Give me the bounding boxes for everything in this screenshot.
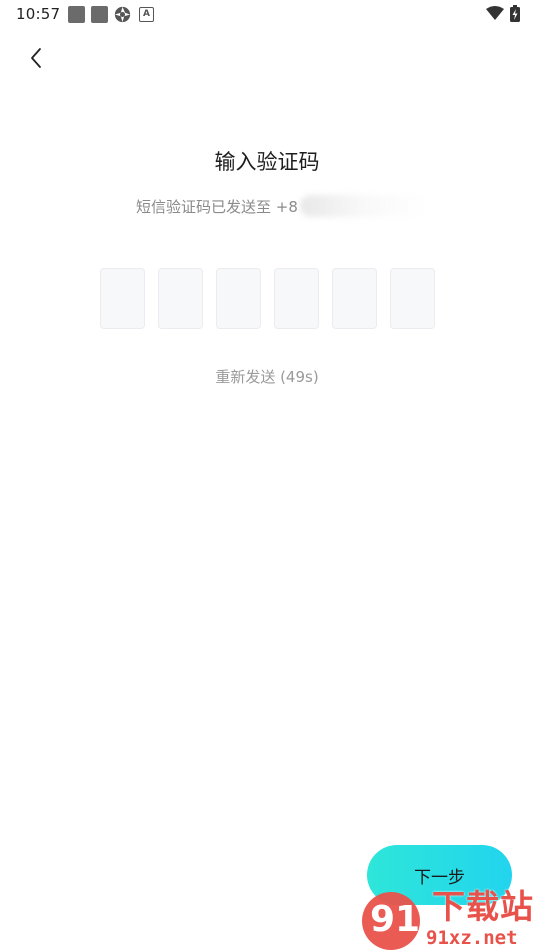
aperture-icon <box>114 6 131 23</box>
sms-sent-text: 短信验证码已发送至 +8 <box>136 197 298 216</box>
chevron-left-icon <box>31 48 41 68</box>
code-digit-box-1[interactable] <box>100 268 145 329</box>
system-icons <box>486 5 520 22</box>
battery-charging-icon <box>510 5 520 22</box>
back-button[interactable] <box>22 44 50 72</box>
status-bar: 10:57 A <box>0 0 534 28</box>
verification-code-input[interactable] <box>100 268 435 329</box>
watermark-logo: 91 下载站 91xz.net <box>362 888 534 950</box>
page-title: 输入验证码 <box>214 150 320 174</box>
code-digit-box-4[interactable] <box>274 268 319 329</box>
wifi-icon <box>486 6 504 20</box>
blurred-phone-number <box>299 195 430 217</box>
next-step-label: 下一步 <box>414 867 465 888</box>
notification-icons: A <box>68 6 154 23</box>
app-notification-icon <box>68 6 85 23</box>
watermark-url: 91xz.net <box>426 927 518 949</box>
code-digit-box-3[interactable] <box>216 268 261 329</box>
resend-countdown: 重新发送 (49s) <box>215 368 319 386</box>
code-digit-box-5[interactable] <box>332 268 377 329</box>
code-digit-box-6[interactable] <box>390 268 435 329</box>
status-time: 10:57 <box>16 5 61 23</box>
code-digit-box-2[interactable] <box>158 268 203 329</box>
sms-sent-notice: 短信验证码已发送至 +8 <box>136 195 430 217</box>
app-notification-icon <box>91 6 108 23</box>
a-notification-icon: A <box>139 7 154 22</box>
watermark-text: 下载站 <box>432 887 534 926</box>
watermark-number: 91 <box>370 899 421 940</box>
